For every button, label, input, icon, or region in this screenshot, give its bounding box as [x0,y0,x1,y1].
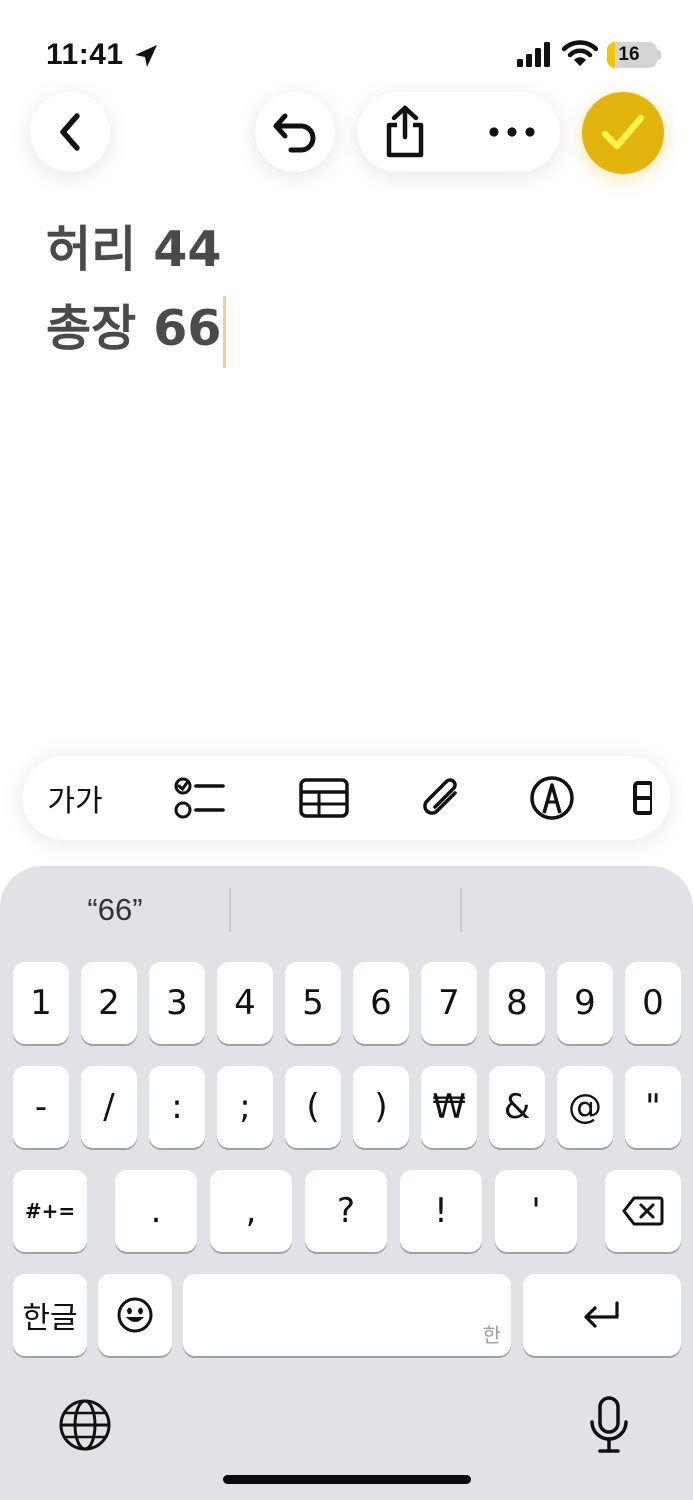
back-button[interactable] [30,92,110,172]
share-icon [386,105,424,158]
microphone-icon[interactable] [588,1396,630,1454]
key[interactable]: , [210,1170,292,1252]
globe-icon[interactable] [58,1398,112,1452]
text-style-button[interactable]: 가가 [30,756,120,840]
more-tools-icon [633,781,652,815]
return-icon [584,1301,619,1328]
more-icon [489,127,535,137]
battery-nub [657,50,661,60]
key[interactable]: ) [353,1066,409,1148]
key[interactable]: 0 [625,962,681,1044]
status-bar: 11:41 16 [0,0,693,80]
table-icon [299,778,349,818]
checklist-icon [174,777,225,819]
paperclip-icon [423,778,457,815]
wifi-icon [562,40,598,66]
attachment-button[interactable] [402,756,482,840]
table-button[interactable] [284,756,364,840]
note-line: 총장 66 [46,289,227,368]
space-key-hint: 한 [482,1323,501,1347]
battery-icon: 16 [607,42,657,68]
key[interactable]: ( [285,1066,341,1148]
key[interactable]: 1 [13,962,69,1044]
home-indicator [223,1475,471,1484]
key[interactable]: ; [217,1066,273,1148]
key[interactable]: 8 [489,962,545,1044]
location-arrow-icon [135,45,157,67]
key[interactable]: ? [305,1170,387,1252]
emoji-icon [117,1297,153,1333]
suggestion-item[interactable] [462,888,693,932]
done-button[interactable] [582,92,664,174]
suggestion-item[interactable] [231,888,461,932]
key[interactable]: ₩ [421,1066,477,1148]
return-key[interactable] [523,1274,681,1356]
key[interactable]: & [489,1066,545,1148]
space-key[interactable]: 한 [183,1274,511,1356]
key[interactable]: 3 [149,962,205,1044]
key[interactable]: : [149,1066,205,1148]
status-time: 11:41 [46,38,124,71]
note-body[interactable]: 허리 44 총장 66 [46,210,227,368]
note-line: 허리 44 [46,221,222,278]
markup-pen-icon [530,776,574,820]
share-button[interactable] [375,92,435,172]
emoji-key[interactable] [98,1274,172,1356]
more-button[interactable] [479,92,545,172]
suggestion-bar: “66” [0,866,693,954]
suggestion-item[interactable]: “66” [0,888,230,932]
battery-level: 16 [618,44,640,65]
key[interactable]: 5 [285,962,341,1044]
key[interactable]: @ [557,1066,613,1148]
key[interactable]: 6 [353,962,409,1044]
text-cursor [223,295,227,368]
key[interactable]: " [625,1066,681,1148]
markup-button[interactable] [512,756,592,840]
text-style-label: 가가 [47,784,103,819]
key[interactable]: 4 [217,962,273,1044]
formatting-toolbar: 가가 [22,756,670,840]
checklist-button[interactable] [160,756,240,840]
undo-icon [273,113,316,153]
undo-button[interactable] [255,92,335,172]
key[interactable]: ' [495,1170,577,1252]
key[interactable]: 9 [557,962,613,1044]
key[interactable]: - [13,1066,69,1148]
checkmark-icon [601,114,645,150]
key[interactable]: ! [400,1170,482,1252]
delete-icon [622,1196,664,1226]
key[interactable]: 7 [421,962,477,1044]
key[interactable]: 2 [81,962,137,1044]
cellular-signal-icon [517,42,550,67]
symbols-toggle-key[interactable]: #+= [13,1170,87,1252]
delete-key[interactable] [605,1170,681,1252]
toolbar-action-group [357,92,560,172]
hangul-mode-key[interactable]: 한글 [13,1274,87,1356]
key[interactable]: / [81,1066,137,1148]
key[interactable]: . [115,1170,197,1252]
more-tools-button[interactable] [632,756,670,840]
chevron-left-icon [60,113,80,151]
